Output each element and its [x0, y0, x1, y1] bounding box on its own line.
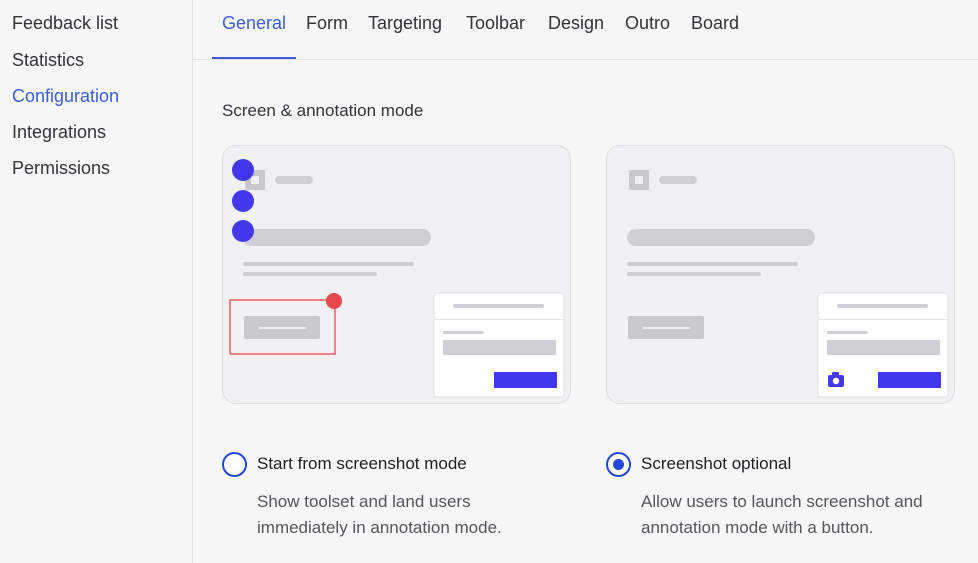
sidebar-item-feedback-list[interactable]: Feedback list: [12, 13, 118, 34]
tab-design[interactable]: Design: [548, 13, 604, 34]
mini-submit-button: [878, 372, 941, 388]
tab-form[interactable]: Form: [306, 13, 348, 34]
option-title: Start from screenshot mode: [257, 454, 467, 473]
radio-screenshot-optional[interactable]: [606, 452, 631, 477]
screenshot-optional-illustration: [627, 170, 949, 398]
option-description: Show toolset and land users immediately …: [257, 492, 502, 537]
main-content: General Form Targeting Toolbar Design Ou…: [193, 0, 978, 563]
tab-bar: General Form Targeting Toolbar Design Ou…: [193, 0, 978, 60]
toolbar-dot-icon: [232, 190, 254, 212]
sidebar-item-statistics[interactable]: Statistics: [12, 50, 84, 71]
mini-submit-button: [494, 372, 557, 388]
sidebar-item-integrations[interactable]: Integrations: [12, 122, 106, 143]
tab-board[interactable]: Board: [691, 13, 739, 34]
placeholder-heading: [243, 229, 431, 246]
screenshot-optional-preview-card[interactable]: [606, 145, 955, 404]
active-tab-indicator: [212, 57, 296, 59]
toolbar-dot-icon: [232, 159, 254, 181]
sidebar-nav: Feedback list Statistics Configuration I…: [0, 0, 193, 563]
tab-general[interactable]: General: [222, 13, 286, 34]
screenshot-mode-illustration: [229, 159, 565, 398]
section-title: Screen & annotation mode: [222, 101, 424, 120]
radio-start-from-screenshot-mode[interactable]: [222, 452, 247, 477]
toolbar-dot-icon: [232, 220, 254, 242]
screenshot-mode-preview-card[interactable]: [222, 145, 571, 404]
sidebar-item-permissions[interactable]: Permissions: [12, 158, 110, 179]
tab-toolbar[interactable]: Toolbar: [466, 13, 525, 34]
sidebar-item-configuration[interactable]: Configuration: [12, 86, 119, 107]
option-title: Screenshot optional: [641, 454, 792, 473]
tab-targeting[interactable]: Targeting: [368, 13, 442, 34]
annotation-marker-icon: [326, 293, 342, 309]
placeholder-heading: [627, 229, 815, 246]
tab-outro[interactable]: Outro: [625, 13, 670, 34]
option-description: Allow users to launch screenshot and ann…: [641, 492, 923, 537]
